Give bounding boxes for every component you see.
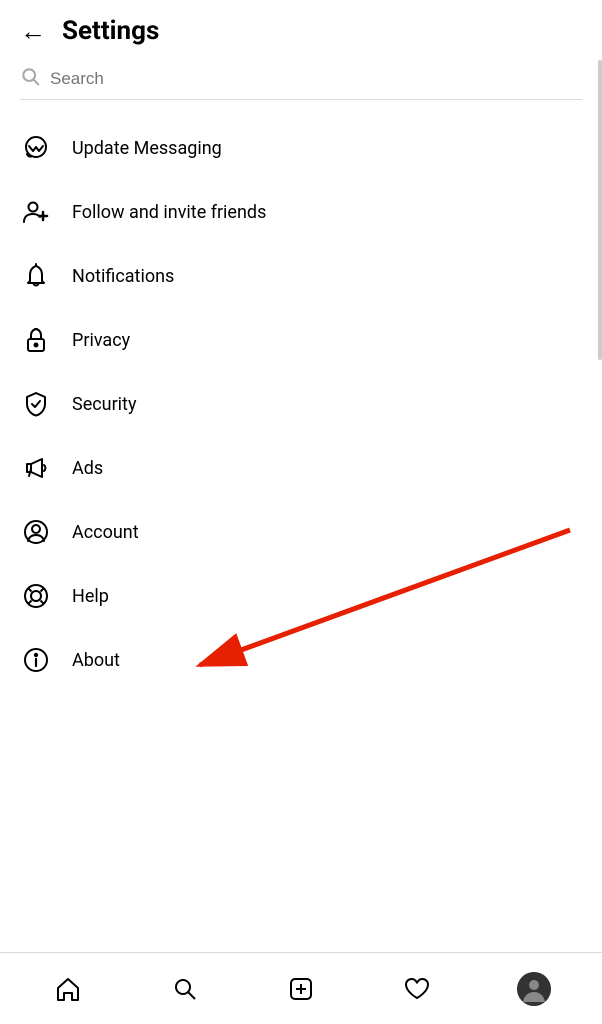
menu-item-about[interactable]: About <box>0 628 602 692</box>
menu-item-security[interactable]: Security <box>0 372 602 436</box>
follow-invite-label: Follow and invite friends <box>72 202 266 223</box>
search-nav-icon <box>171 975 199 1003</box>
ads-label: Ads <box>72 458 103 479</box>
menu-item-update-messaging[interactable]: Update Messaging <box>0 116 602 180</box>
notifications-label: Notifications <box>72 266 174 287</box>
lock-icon <box>22 326 60 354</box>
nav-new-post[interactable] <box>243 953 359 1024</box>
search-input[interactable] <box>50 69 582 89</box>
menu-item-follow-invite[interactable]: Follow and invite friends <box>0 180 602 244</box>
nav-profile[interactable] <box>476 953 592 1024</box>
nav-search[interactable] <box>126 953 242 1024</box>
bottom-navigation <box>0 952 602 1024</box>
account-label: Account <box>72 522 139 543</box>
nav-activity[interactable] <box>359 953 475 1024</box>
menu-item-ads[interactable]: Ads <box>0 436 602 500</box>
search-icon <box>20 66 40 91</box>
header: ← Settings <box>0 0 602 58</box>
avatar <box>517 972 551 1006</box>
menu-item-account[interactable]: Account <box>0 500 602 564</box>
shield-check-icon <box>22 390 60 418</box>
menu-item-help[interactable]: Help <box>0 564 602 628</box>
nav-home[interactable] <box>10 953 126 1024</box>
heart-icon <box>403 975 431 1003</box>
scrollbar[interactable] <box>598 60 602 360</box>
new-post-icon <box>287 975 315 1003</box>
add-person-icon <box>22 198 60 226</box>
home-icon <box>54 975 82 1003</box>
security-label: Security <box>72 394 136 415</box>
lifebuoy-icon <box>22 582 60 610</box>
bell-icon <box>22 262 60 290</box>
menu-item-notifications[interactable]: Notifications <box>0 244 602 308</box>
update-messaging-label: Update Messaging <box>72 138 222 159</box>
menu-item-privacy[interactable]: Privacy <box>0 308 602 372</box>
person-circle-icon <box>22 518 60 546</box>
help-label: Help <box>72 586 109 607</box>
settings-menu: Update Messaging Follow and invite frien… <box>0 116 602 772</box>
megaphone-icon <box>22 454 60 482</box>
info-circle-icon <box>22 646 60 674</box>
page-title: Settings <box>62 16 159 46</box>
back-button[interactable]: ← <box>20 18 46 44</box>
privacy-label: Privacy <box>72 330 130 351</box>
messenger-icon <box>22 134 60 162</box>
about-label: About <box>72 650 120 671</box>
search-bar <box>20 66 582 100</box>
